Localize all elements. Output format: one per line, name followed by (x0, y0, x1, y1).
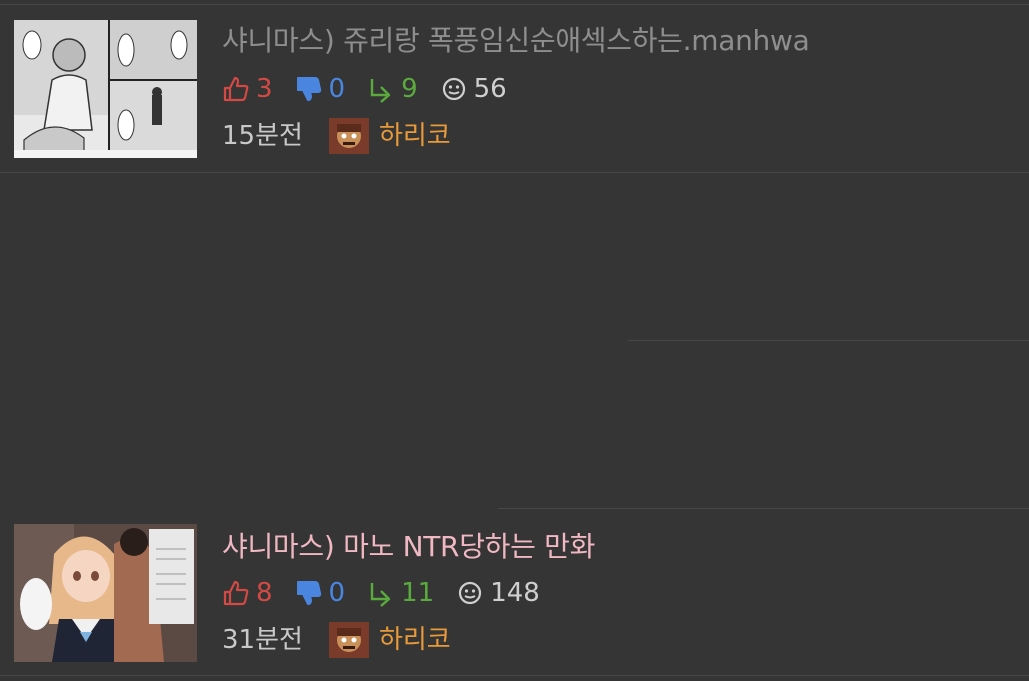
post-title[interactable]: 샤니마스) 쥬리랑 폭풍임신순애섹스하는.manhwa (222, 24, 810, 58)
reply-arrow-icon (370, 583, 391, 607)
thumbs-up-icon (223, 76, 249, 102)
view-count: 148 (456, 578, 540, 608)
downvote-count: 0 (295, 578, 346, 608)
list-item[interactable]: 샤니마스) 쥬리랑 폭풍임신순애섹스하는.manhwa 3 0 9 56 15분… (0, 6, 1029, 172)
thumbs-up-icon (223, 580, 249, 606)
eye-icon (442, 77, 465, 101)
post-stats: 8 0 11 148 (222, 578, 562, 608)
post-thumbnail[interactable] (14, 524, 197, 662)
eye-icon (459, 581, 482, 605)
avatar[interactable] (328, 118, 369, 154)
reply-value: 9 (401, 74, 418, 104)
upvote-value: 8 (256, 578, 273, 608)
avatar[interactable] (328, 622, 369, 658)
downvote-value: 0 (328, 578, 346, 608)
reply-arrow-icon (370, 79, 391, 103)
reply-count: 9 (367, 74, 418, 104)
post-meta: 15분전 하리코 (222, 118, 451, 154)
post-time: 31분전 (222, 625, 303, 655)
upvote-count: 3 (222, 74, 273, 104)
post-title[interactable]: 샤니마스) 마노 NTR당하는 만화 (222, 530, 595, 564)
downvote-value: 0 (328, 74, 346, 104)
view-value: 56 (473, 74, 507, 104)
author-name[interactable]: 하리코 (379, 624, 451, 656)
thumbs-down-icon (296, 581, 321, 605)
post-thumbnail[interactable] (14, 20, 197, 158)
divider (628, 340, 1029, 341)
author-name[interactable]: 하리코 (379, 120, 451, 152)
post-meta: 31분전 하리코 (222, 622, 451, 658)
post-list: 샤니마스) 쥬리랑 폭풍임신순애섹스하는.manhwa 3 0 9 56 15분… (0, 0, 1029, 681)
divider (0, 675, 1029, 676)
reply-count: 11 (367, 578, 434, 608)
view-count: 56 (440, 74, 507, 104)
divider (0, 4, 1029, 5)
downvote-count: 0 (295, 74, 346, 104)
thumbs-down-icon (296, 77, 321, 101)
post-stats: 3 0 9 56 (222, 74, 529, 104)
reply-value: 11 (401, 578, 435, 608)
list-item[interactable]: 샤니마스) 마노 NTR당하는 만화 8 0 11 148 31분전 하리코 (0, 510, 1029, 681)
post-time: 15분전 (222, 121, 303, 151)
view-value: 148 (490, 578, 540, 608)
upvote-count: 8 (222, 578, 273, 608)
upvote-value: 3 (256, 74, 273, 104)
divider (498, 508, 1029, 509)
divider (0, 172, 1029, 173)
